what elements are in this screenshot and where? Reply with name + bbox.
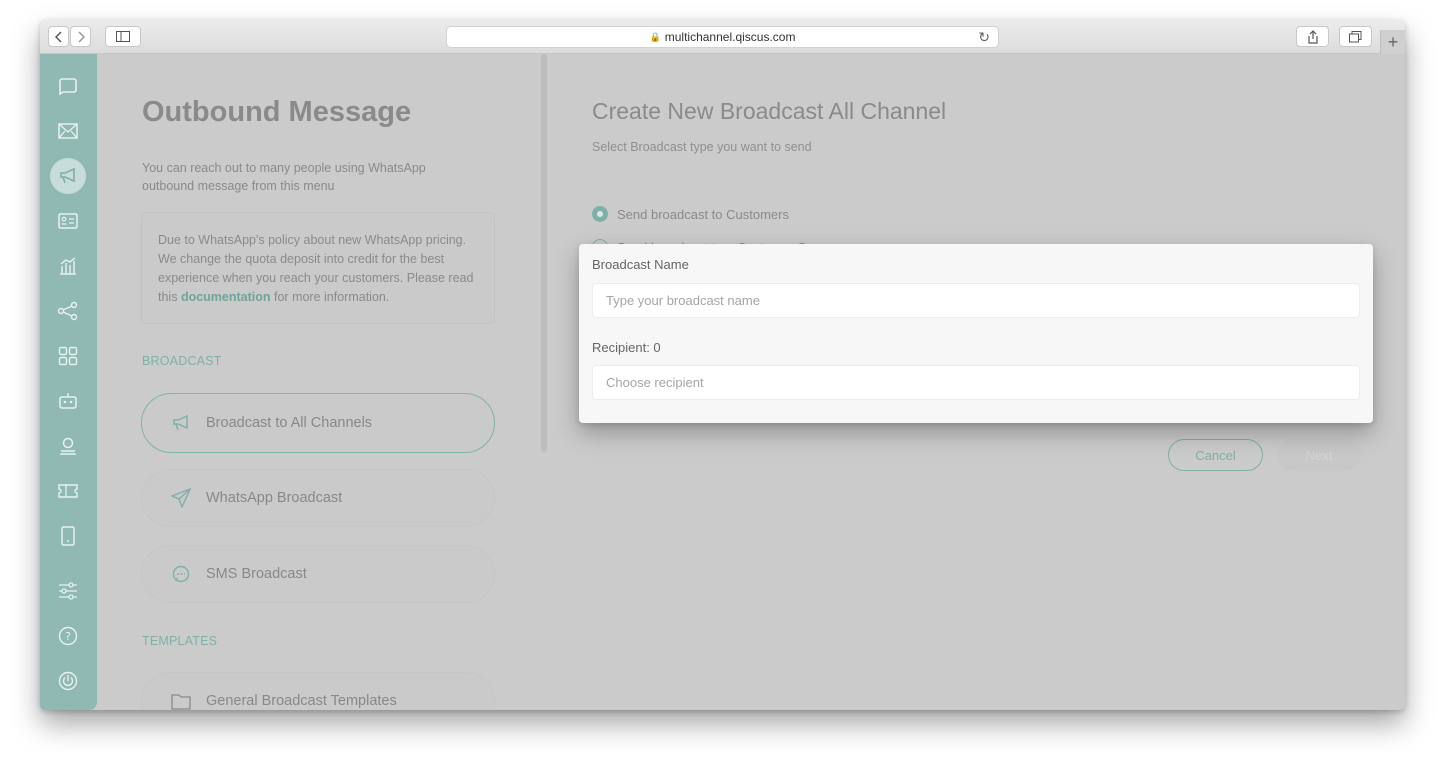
settings-icon[interactable] [52,575,84,607]
address-bar[interactable]: 🔒 multichannel.qiscus.com ↻ [446,26,999,48]
folder-icon [170,690,192,710]
page-description: You can reach out to many people using W… [142,161,426,193]
integration-icon[interactable] [52,295,84,327]
help-icon[interactable]: ? [52,620,84,652]
broadcast-icon[interactable] [50,158,86,194]
tabs-icon [1349,30,1362,42]
sidebar: ? [40,54,97,710]
device-icon[interactable] [52,520,84,552]
new-tab-button[interactable]: + [1380,30,1405,54]
nav-label: SMS Broadcast [206,566,307,582]
broadcast-section-label: BROADCAST [142,354,222,368]
analytics-icon[interactable] [52,250,84,282]
inbox-icon[interactable] [52,115,84,147]
panel-scrollbar[interactable] [541,54,547,452]
reload-icon[interactable]: ↻ [978,29,990,46]
share-button[interactable] [1296,26,1329,47]
radio-label: Send broadcast to Customers [617,206,789,222]
nav-label: WhatsApp Broadcast [206,490,343,506]
recipient-placeholder: Choose recipient [606,375,704,390]
ticket-icon[interactable] [52,475,84,507]
url-text: multichannel.qiscus.com [664,30,796,44]
tabs-button[interactable] [1339,26,1372,47]
templates-section-label: TEMPLATES [142,634,218,648]
next-button[interactable]: Next [1277,439,1361,471]
apps-icon[interactable] [52,340,84,372]
documentation-link[interactable]: documentation [181,290,271,304]
notice-text-end: for more information. [270,290,390,304]
pricing-notice: Due to WhatsApp's policy about new Whats… [141,212,495,324]
lock-icon: 🔒 [649,31,661,42]
radio-send-to-customers[interactable]: Send broadcast to Customers [592,206,789,222]
share-icon [1307,29,1318,44]
browser-toolbar: 🔒 multichannel.qiscus.com ↻ + [40,20,1405,54]
bot-icon[interactable] [52,385,84,417]
cancel-button[interactable]: Cancel [1168,439,1263,471]
page-title: Outbound Message [142,96,412,128]
sidebar-icon [116,31,130,42]
broadcast-name-input[interactable] [592,283,1360,318]
chevron-right-icon [77,30,85,43]
power-icon[interactable] [52,665,84,697]
outbound-panel: Outbound Message You can reach out to ma… [97,54,540,710]
forward-button[interactable] [70,26,91,47]
nav-label: General Broadcast Templates [206,693,397,709]
back-button[interactable] [48,26,69,47]
broadcast-form-card: Broadcast Name Recipient: 0 Choose recip… [579,244,1373,423]
nav-general-broadcast-templates[interactable]: General Broadcast Templates [141,672,495,710]
megaphone-icon [170,412,192,434]
sms-icon [170,563,192,585]
recipient-label: Recipient: 0 [592,340,661,355]
contacts-icon[interactable] [52,205,84,237]
nav-broadcast-all-channels[interactable]: Broadcast to All Channels [141,393,495,453]
radio-checked-icon[interactable] [592,206,608,222]
svg-text:?: ? [65,630,71,643]
broadcast-name-label: Broadcast Name [592,257,689,272]
recipient-select[interactable]: Choose recipient [592,365,1360,400]
chevron-left-icon [54,30,62,43]
nav-label: Broadcast to All Channels [206,415,373,431]
form-title: Create New Broadcast All Channel [592,98,947,124]
agent-icon[interactable] [52,430,84,462]
sidebar-toggle-button[interactable] [105,26,141,47]
nav-whatsapp-broadcast[interactable]: WhatsApp Broadcast [141,469,495,527]
nav-sms-broadcast[interactable]: SMS Broadcast [141,545,495,603]
form-subtitle: Select Broadcast type you want to send [592,140,812,154]
chat-icon[interactable] [52,70,84,102]
send-icon [170,487,192,509]
